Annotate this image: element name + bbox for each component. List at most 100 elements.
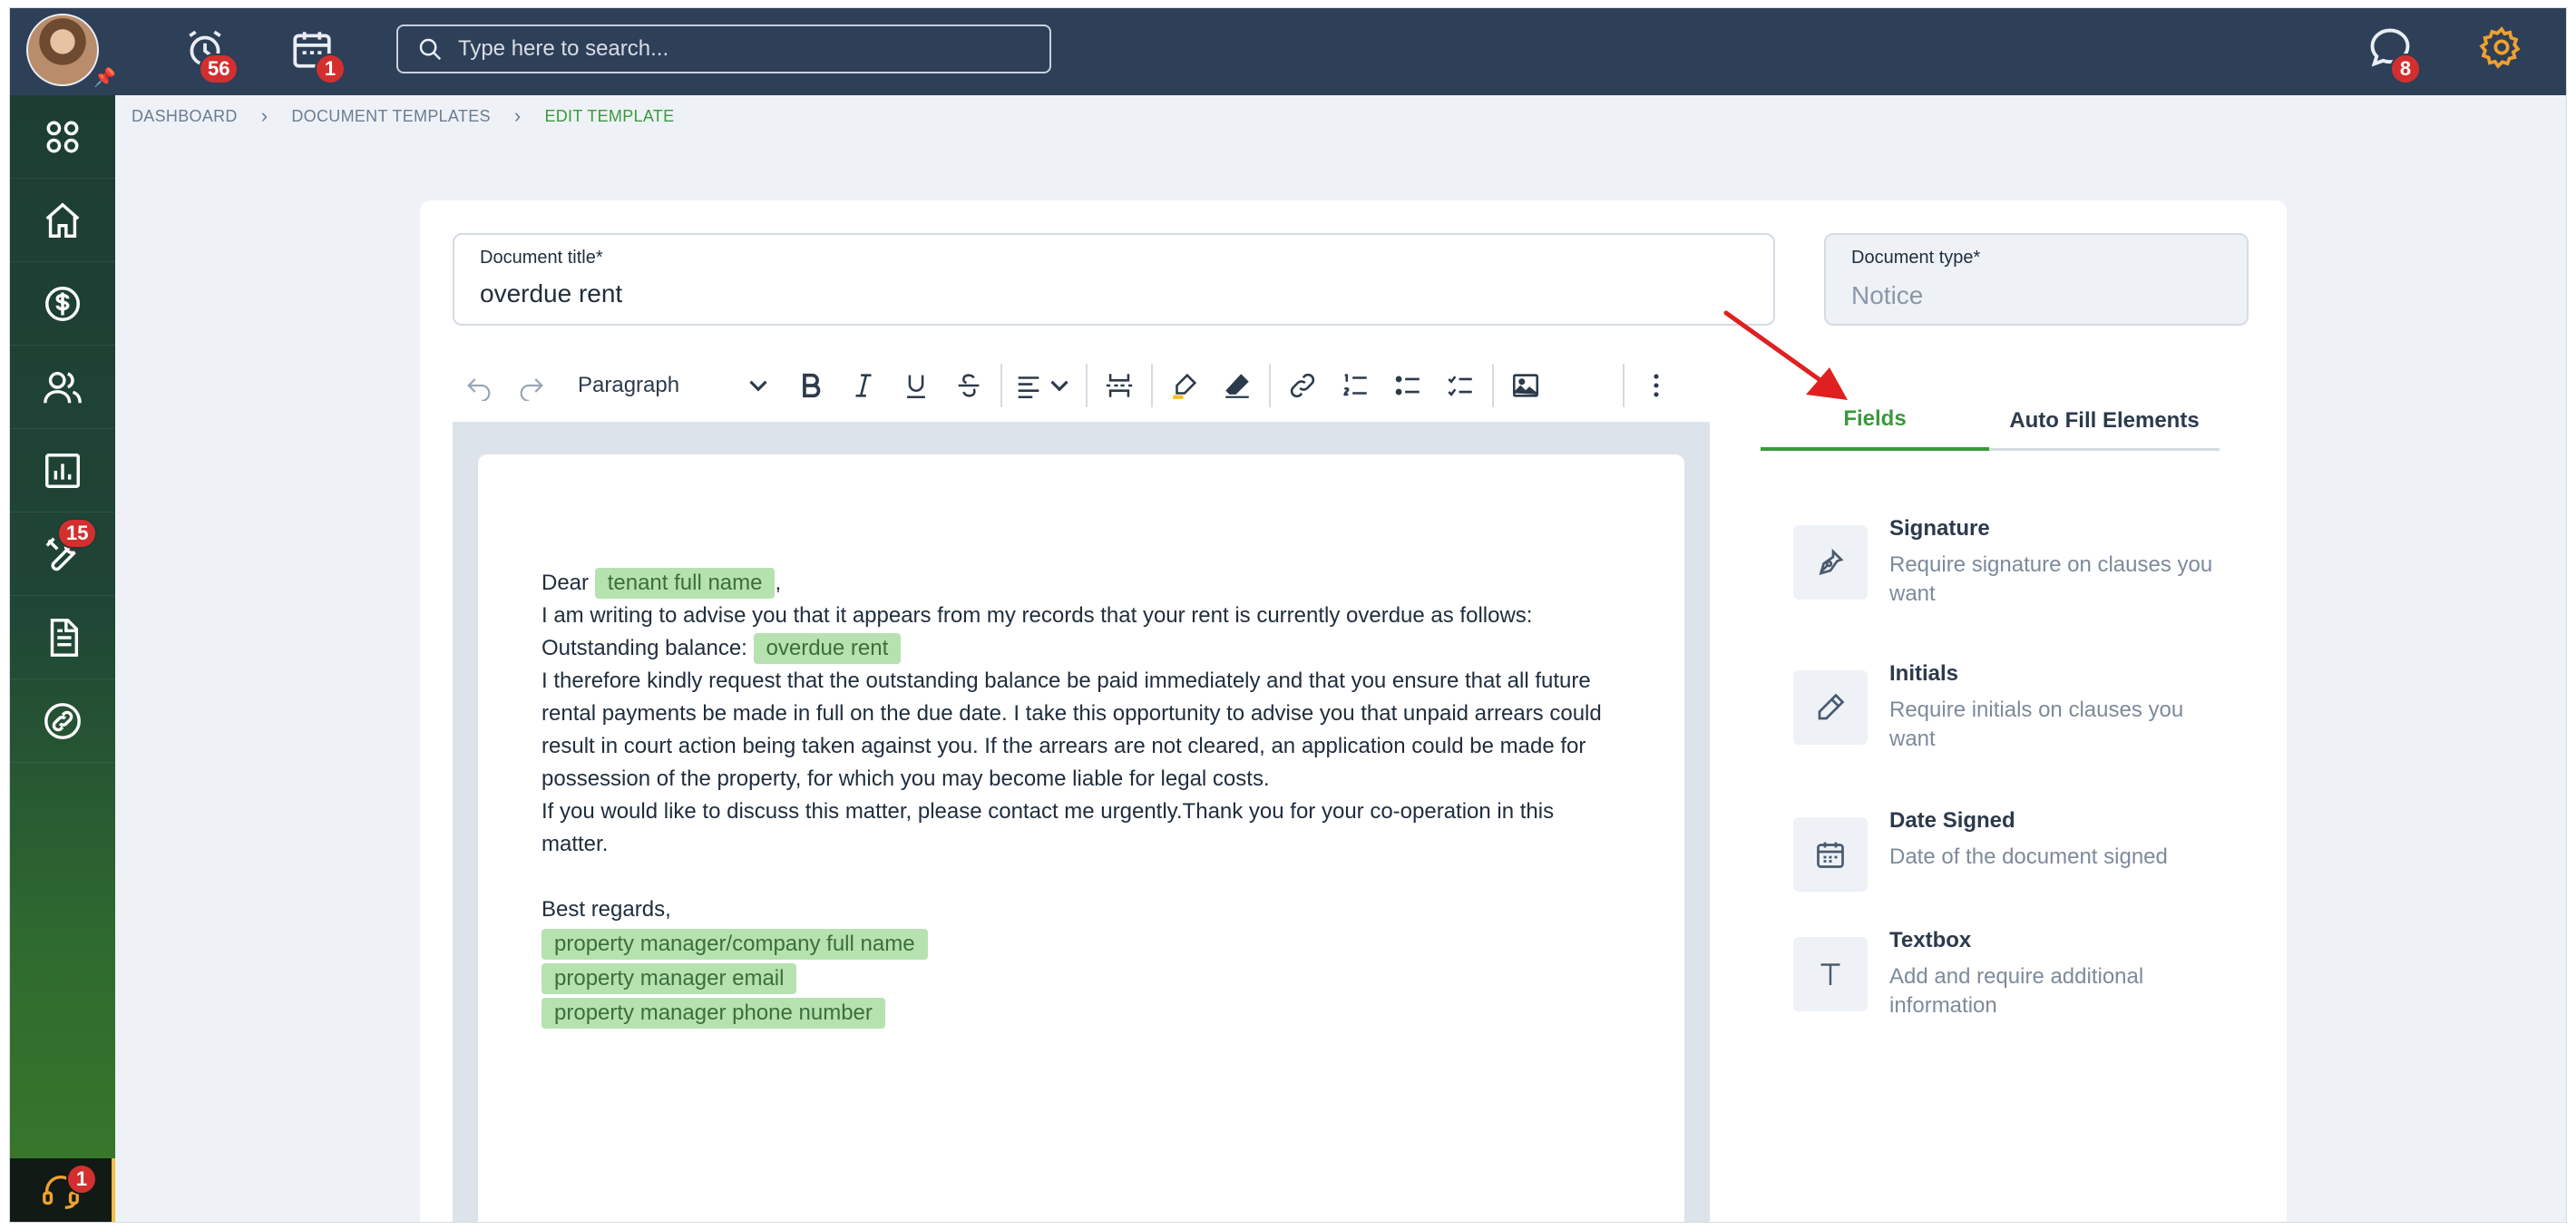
messages-button[interactable]: 8 bbox=[2366, 24, 2421, 84]
search-input[interactable] bbox=[458, 36, 1002, 62]
checklist-icon bbox=[1448, 376, 1472, 396]
breadcrumb-dashboard[interactable]: DASHBOARD bbox=[132, 107, 238, 126]
user-avatar[interactable] bbox=[26, 14, 99, 86]
placeholder-overdue-rent[interactable]: overdue rent bbox=[753, 633, 902, 664]
signature-line-company: property manager/company full name bbox=[542, 928, 1621, 961]
undo-icon bbox=[467, 378, 491, 401]
chevron-right-icon: › bbox=[260, 104, 268, 127]
support-button[interactable]: 1 bbox=[10, 1158, 115, 1222]
request-paragraph: I therefore kindly request that the outs… bbox=[542, 669, 1602, 791]
image-icon bbox=[1512, 374, 1539, 397]
italic-button[interactable] bbox=[837, 356, 890, 415]
document-title-input[interactable] bbox=[480, 279, 1748, 308]
document-body-editor[interactable]: Dear tenant full name, I am writing to a… bbox=[478, 454, 1684, 1222]
align-left-icon bbox=[1018, 376, 1039, 399]
align-dropdown[interactable] bbox=[1008, 356, 1080, 415]
sidebar-item-finance[interactable] bbox=[10, 262, 115, 346]
bar-chart-icon bbox=[45, 453, 80, 488]
insert-image-button[interactable] bbox=[1499, 356, 1552, 415]
sidebar-item-documents[interactable] bbox=[10, 596, 115, 679]
highlight-button[interactable] bbox=[1158, 356, 1211, 415]
toolbar-divider bbox=[1151, 364, 1153, 407]
sidebar-item-maintenance[interactable]: 15 bbox=[10, 512, 115, 596]
pencil-icon bbox=[1818, 693, 1845, 720]
toolbar-divider bbox=[1623, 364, 1625, 407]
paragraph-style-dropdown[interactable]: Paragraph bbox=[558, 356, 785, 415]
toolbar-divider bbox=[1086, 364, 1088, 407]
page-break-button[interactable] bbox=[1093, 356, 1146, 415]
salutation-text: Dear bbox=[542, 571, 590, 595]
fi-icon-box bbox=[1793, 525, 1868, 600]
tab-auto-fill-elements[interactable]: Auto Fill Elements bbox=[1989, 391, 2220, 451]
sidebar-item-links[interactable] bbox=[10, 679, 115, 763]
document-icon bbox=[50, 618, 79, 657]
breadcrumb: DASHBOARD › DOCUMENT TEMPLATES › EDIT TE… bbox=[132, 104, 674, 128]
gear-icon bbox=[2479, 26, 2521, 69]
link-icon bbox=[1290, 373, 1315, 398]
home-icon bbox=[45, 201, 80, 238]
pen-nib-icon bbox=[1819, 548, 1844, 575]
sidebar-item-contacts[interactable] bbox=[10, 346, 115, 429]
intro-line: I am writing to advise you that it appea… bbox=[542, 603, 1533, 628]
contact-paragraph: If you would like to discuss this matter… bbox=[542, 799, 1555, 856]
bullet-list-button[interactable] bbox=[1381, 356, 1434, 415]
bullet-list-icon bbox=[1395, 376, 1420, 395]
editor-toolbar: Paragraph bbox=[453, 356, 1710, 415]
settings-button[interactable] bbox=[2479, 24, 2524, 70]
more-options-button[interactable] bbox=[1630, 356, 1683, 415]
numbered-list-icon bbox=[1343, 374, 1367, 396]
field-title-textbox: Textbox bbox=[1889, 928, 1972, 952]
signature-line-phone: property manager phone number bbox=[542, 997, 1621, 1030]
remove-format-button[interactable] bbox=[1211, 356, 1264, 415]
numbered-list-button[interactable] bbox=[1329, 356, 1381, 415]
chevron-down-icon bbox=[1050, 380, 1068, 392]
alarm-button[interactable]: 56 bbox=[182, 26, 239, 84]
search-box[interactable] bbox=[396, 24, 1051, 73]
todo-list-button[interactable] bbox=[1434, 356, 1487, 415]
insert-link-button[interactable] bbox=[1276, 356, 1329, 415]
placeholder-manager-phone[interactable]: property manager phone number bbox=[542, 998, 885, 1029]
more-vertical-icon bbox=[1654, 374, 1659, 397]
messages-count-badge: 8 bbox=[2390, 54, 2421, 84]
document-type-value: Notice bbox=[1851, 281, 1924, 309]
placeholder-company-full-name[interactable]: property manager/company full name bbox=[542, 929, 928, 960]
undo-button[interactable] bbox=[453, 356, 505, 415]
chevron-right-icon: › bbox=[513, 104, 522, 127]
toolbar-divider bbox=[1000, 364, 1002, 407]
comma-text: , bbox=[775, 571, 782, 595]
dollar-icon bbox=[45, 286, 80, 321]
calendar-count-badge: 1 bbox=[315, 54, 346, 84]
field-desc-initials: Require initials on clauses you want bbox=[1889, 698, 2184, 751]
sidebar-item-reports[interactable] bbox=[10, 429, 115, 512]
fi-icon-box bbox=[1793, 937, 1868, 1011]
toolbar-divider bbox=[1269, 364, 1271, 407]
underline-button[interactable] bbox=[890, 356, 942, 415]
strikethrough-icon bbox=[958, 374, 980, 397]
page-break-icon bbox=[1106, 374, 1133, 397]
document-title-label: Document title* bbox=[480, 248, 603, 268]
breadcrumb-document-templates[interactable]: DOCUMENT TEMPLATES bbox=[291, 107, 490, 126]
editor-canvas: Dear tenant full name, I am writing to a… bbox=[453, 422, 1710, 1222]
sidebar-item-apps[interactable] bbox=[10, 95, 115, 179]
sidebar: 15 1 bbox=[10, 95, 115, 1222]
placeholder-tenant-full-name[interactable]: tenant full name bbox=[594, 568, 776, 599]
placeholder-manager-email[interactable]: property manager email bbox=[542, 963, 797, 994]
document-title-field[interactable]: Document title* bbox=[453, 233, 1775, 326]
pin-icon: 📌 bbox=[93, 68, 116, 88]
field-desc-signature: Require signature on clauses you want bbox=[1889, 552, 2213, 606]
fi-icon-box bbox=[1793, 817, 1868, 892]
fi-icon-box bbox=[1793, 670, 1868, 745]
strikethrough-button[interactable] bbox=[942, 356, 995, 415]
bold-button[interactable] bbox=[785, 356, 837, 415]
redo-button[interactable] bbox=[505, 356, 558, 415]
highlighter-icon bbox=[1173, 373, 1197, 399]
app-window: 📌 56 1 8 bbox=[9, 7, 2567, 1223]
text-t-icon bbox=[1820, 963, 1840, 985]
calendar-button[interactable]: 1 bbox=[289, 26, 346, 84]
annotation-arrow-icon bbox=[1723, 310, 1848, 400]
field-desc-textbox: Add and require additional information bbox=[1889, 964, 2144, 1018]
link-icon bbox=[44, 702, 81, 739]
sidebar-item-home[interactable] bbox=[10, 179, 115, 262]
calendar-icon bbox=[1817, 842, 1844, 868]
